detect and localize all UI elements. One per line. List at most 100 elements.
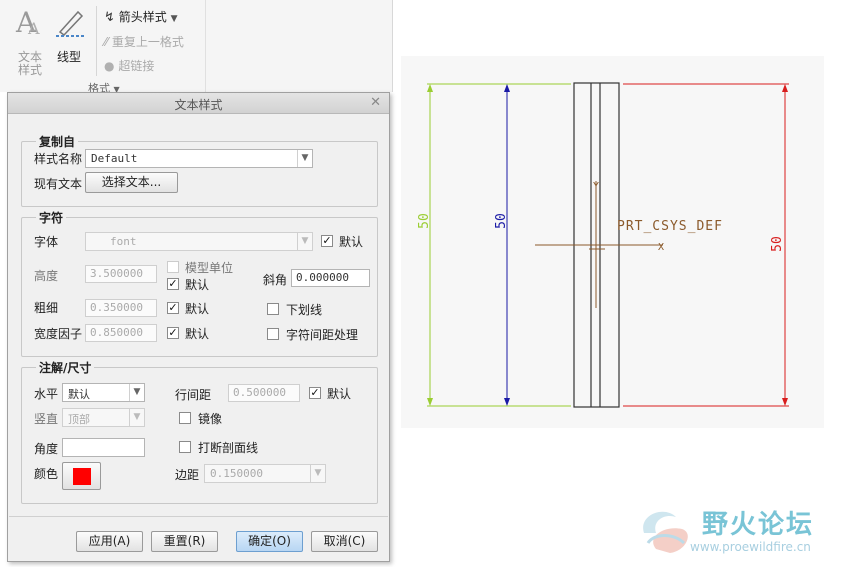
text-style-label-2: 样式 — [18, 63, 43, 77]
dimension-right-value: 50 — [770, 236, 785, 252]
ribbon-format-group: A A 文本 样式 线型 ↯ 箭头样式 ▼ ⁄⁄ 重复上一格式 ● 超链接 格式… — [0, 0, 393, 95]
select-text-button[interactable]: 选择文本... — [85, 172, 178, 193]
chevron-down-icon: ▼ — [129, 384, 144, 401]
horizontal-value: 默认 — [68, 388, 90, 401]
hyperlink-tool[interactable]: ● 超链接 — [104, 57, 154, 74]
horizontal-select[interactable]: 默认 ▼ — [62, 383, 145, 402]
repeat-format-tool[interactable]: ⁄⁄ 重复上一格式 — [104, 33, 184, 50]
thickness-default-checkbox[interactable]: ✓ — [167, 302, 179, 314]
height-default-checkbox[interactable]: ✓ — [167, 278, 179, 290]
select-text-label: 选择文本... — [101, 175, 162, 189]
vertical-select[interactable]: 顶部 ▼ — [62, 408, 145, 427]
margin-select[interactable]: 0.150000 ▼ — [204, 464, 326, 483]
break-hatch-label: 打断剖面线 — [198, 441, 259, 455]
height-input[interactable]: 3.500000 — [85, 265, 157, 283]
line-spacing-label: 行间距 — [175, 388, 212, 402]
underline-label: 下划线 — [286, 303, 323, 317]
csys-name-label: PRT_CSYS_DEF — [617, 219, 723, 234]
csys-symbol[interactable]: X Y PRT_CSYS_DEF — [535, 181, 723, 308]
close-icon[interactable]: ✕ — [370, 95, 381, 110]
height-label: 高度 — [34, 269, 59, 283]
text-style-tool[interactable]: A A — [14, 6, 44, 41]
character-title: 字符 — [36, 209, 67, 226]
ok-button[interactable]: 确定(O) — [236, 531, 303, 552]
height-default-label: 默认 — [185, 278, 210, 292]
note-dimension-title: 注解/尺寸 — [36, 359, 95, 376]
chevron-down-icon: ▼ — [310, 465, 325, 482]
width-factor-input[interactable]: 0.850000 — [85, 324, 157, 342]
slant-input[interactable]: 0.000000 — [291, 269, 370, 287]
dimension-right-arrow-bottom — [782, 398, 788, 406]
font-label: 字体 — [34, 235, 59, 249]
hyperlink-icon: ● — [104, 59, 115, 73]
width-factor-default-checkbox[interactable]: ✓ — [167, 327, 179, 339]
angle-input[interactable] — [62, 438, 145, 457]
vertical-value: 顶部 — [68, 413, 90, 426]
existing-text-label: 现有文本 — [34, 177, 83, 191]
kerning-checkbox[interactable] — [267, 328, 279, 340]
button-bar-divider — [9, 516, 388, 517]
drawing-canvas[interactable]: 50 50 50 X Y PRT_CSYS_DEF — [401, 56, 824, 428]
line-type-icon — [56, 10, 86, 37]
dimension-right-arrow-top — [782, 84, 788, 92]
repeat-format-icon: ⁄⁄ — [104, 35, 109, 49]
chevron-down-icon: ▼ — [129, 409, 144, 426]
line-spacing-default-checkbox[interactable]: ✓ — [309, 387, 321, 399]
line-spacing-input[interactable]: 0.500000 — [228, 384, 300, 402]
model-units-label: 模型单位 — [185, 261, 234, 275]
model-units-checkbox[interactable] — [167, 261, 179, 273]
font-default-checkbox[interactable]: ✓ — [321, 235, 333, 247]
reset-label: 重置(R) — [163, 534, 206, 548]
arrow-style-tool[interactable]: ↯ 箭头样式 ▼ — [104, 8, 178, 25]
dimension-middle-value: 50 — [494, 213, 509, 229]
ribbon-divider — [96, 6, 97, 76]
underline-checkbox[interactable] — [267, 303, 279, 315]
horizontal-label: 水平 — [34, 387, 59, 401]
repeat-format-label: 重复上一格式 — [111, 35, 184, 49]
slant-label: 斜角 — [263, 273, 288, 287]
line-type-label: 线型 — [57, 50, 82, 64]
mirror-label: 镜像 — [198, 412, 223, 426]
cancel-label: 取消(C) — [323, 534, 366, 548]
reset-button[interactable]: 重置(R) — [151, 531, 218, 552]
cancel-button[interactable]: 取消(C) — [311, 531, 378, 552]
ribbon-separator — [205, 0, 206, 92]
forum-logo — [634, 503, 696, 560]
style-name-value: Default — [91, 152, 138, 165]
csys-y-label: Y — [593, 181, 599, 192]
chevron-down-icon: ▼ — [297, 233, 312, 250]
line-spacing-default-label: 默认 — [327, 387, 352, 401]
width-factor-label: 宽度因子 — [34, 327, 83, 341]
line-type-tool[interactable] — [54, 8, 88, 41]
margin-value: 0.150000 — [210, 467, 263, 480]
apply-label: 应用(A) — [88, 534, 131, 548]
csys-x-label: X — [658, 242, 664, 253]
drawing-svg: 50 50 50 X Y PRT_CSYS_DEF — [417, 82, 789, 408]
font-select[interactable]: font ▼ — [85, 232, 313, 251]
chevron-down-icon: ▼ — [170, 14, 178, 24]
dimension-middle-arrow-bottom — [504, 398, 510, 406]
chevron-down-icon: ▼ — [297, 150, 312, 167]
color-swatch — [73, 468, 91, 485]
vertical-label: 竖直 — [34, 412, 59, 426]
copy-from-title: 复制自 — [36, 133, 79, 150]
hyperlink-label: 超链接 — [118, 59, 155, 73]
dialog-title: 文本样式 — [174, 98, 223, 112]
watermark-title: 野火论坛 — [702, 510, 815, 540]
font-value: font — [110, 235, 137, 248]
dimension-middle-arrow-top — [504, 84, 510, 92]
break-hatch-checkbox[interactable] — [179, 441, 191, 453]
apply-button[interactable]: 应用(A) — [76, 531, 143, 552]
thickness-input[interactable]: 0.350000 — [85, 299, 157, 317]
dimension-left-value: 50 — [417, 213, 432, 229]
style-name-select[interactable]: Default ▼ — [85, 149, 313, 168]
font-default-label: 默认 — [339, 235, 364, 249]
copy-from-group: 复制自 — [21, 133, 378, 207]
mirror-checkbox[interactable] — [179, 412, 191, 424]
dimension-middle[interactable]: 50 — [494, 84, 510, 406]
arrow-style-icon: ↯ — [104, 10, 115, 25]
margin-label: 边距 — [175, 468, 200, 482]
svg-text:A: A — [27, 19, 40, 38]
color-picker-button[interactable] — [62, 462, 101, 490]
dialog-titlebar[interactable]: 文本样式 ✕ — [8, 93, 389, 114]
